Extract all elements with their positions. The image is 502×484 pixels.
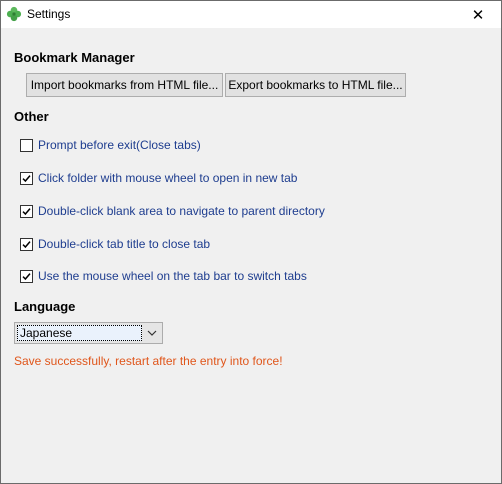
- checkbox-checked[interactable]: [20, 269, 33, 283]
- close-icon: ✕: [471, 6, 485, 24]
- option-double-click-tab-title[interactable]: Double-click tab title to close tab: [20, 236, 210, 252]
- option-label: Click folder with mouse wheel to open in…: [38, 171, 298, 185]
- title-bar: Settings ✕: [1, 1, 501, 28]
- clover-icon: [6, 6, 22, 22]
- checkmark-icon: [22, 240, 31, 248]
- option-label: Use the mouse wheel on the tab bar to sw…: [38, 269, 307, 283]
- checkmark-icon: [22, 207, 31, 215]
- language-select[interactable]: Japanese: [14, 322, 163, 344]
- close-button[interactable]: ✕: [455, 1, 501, 28]
- option-double-click-blank-area[interactable]: Double-click blank area to navigate to p…: [20, 203, 325, 219]
- option-middle-click-folder[interactable]: Click folder with mouse wheel to open in…: [20, 170, 297, 186]
- import-bookmarks-button[interactable]: Import bookmarks from HTML file...: [26, 73, 223, 97]
- language-heading: Language: [14, 299, 76, 314]
- status-message: Save successfully, restart after the ent…: [14, 354, 283, 368]
- language-selected-value: Japanese: [17, 325, 142, 341]
- checkbox-checked[interactable]: [20, 204, 33, 218]
- option-prompt-before-exit[interactable]: Prompt before exit(Close tabs): [20, 137, 201, 153]
- other-heading: Other: [14, 109, 49, 124]
- option-label: Double-click tab title to close tab: [38, 237, 211, 251]
- option-label: Prompt before exit(Close tabs): [38, 138, 201, 152]
- option-mouse-wheel-tab-bar[interactable]: Use the mouse wheel on the tab bar to sw…: [20, 268, 307, 284]
- checkmark-icon: [22, 174, 31, 182]
- window-title: Settings: [27, 7, 71, 21]
- checkbox-checked[interactable]: [20, 237, 33, 251]
- chevron-down-icon: [147, 330, 157, 336]
- checkbox-unchecked[interactable]: [20, 138, 33, 152]
- bookmark-manager-heading: Bookmark Manager: [14, 50, 135, 65]
- option-label: Double-click blank area to navigate to p…: [38, 204, 325, 218]
- settings-window: Settings ✕ Bookmark Manager Import bookm…: [0, 0, 502, 484]
- checkbox-checked[interactable]: [20, 171, 33, 185]
- export-bookmarks-button[interactable]: Export bookmarks to HTML file...: [225, 73, 406, 97]
- checkmark-icon: [22, 272, 31, 280]
